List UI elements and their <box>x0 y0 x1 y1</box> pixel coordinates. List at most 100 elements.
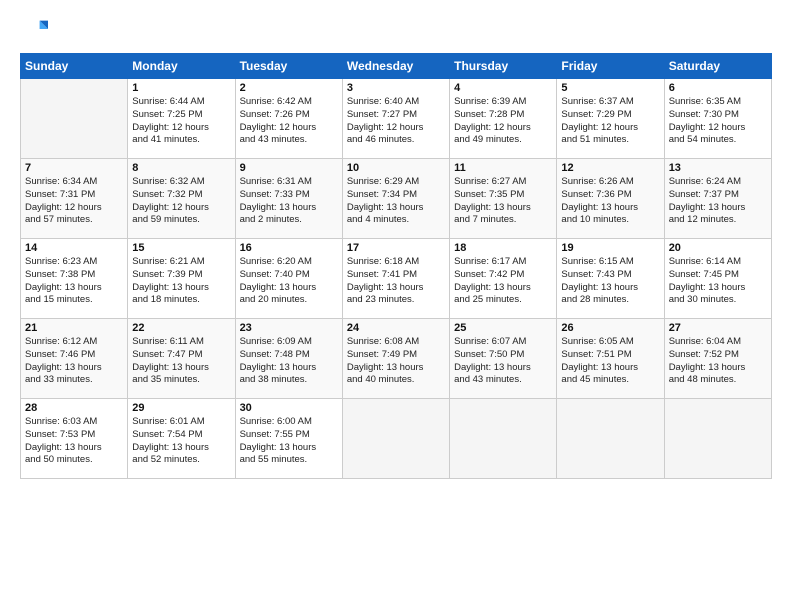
day-cell <box>342 399 449 479</box>
day-cell: 2 Sunrise: 6:42 AM Sunset: 7:26 PM Daylig… <box>235 79 342 159</box>
day-cell: 24 Sunrise: 6:08 AM Sunset: 7:49 PM Dayli… <box>342 319 449 399</box>
day-cell: 18 Sunrise: 6:17 AM Sunset: 7:42 PM Dayli… <box>450 239 557 319</box>
day-info: Sunrise: 6:09 AM Sunset: 7:48 PM Dayligh… <box>240 336 338 387</box>
day-number: 7 <box>25 162 123 174</box>
day-info: Sunrise: 6:26 AM Sunset: 7:36 PM Dayligh… <box>561 176 659 227</box>
weekday-header-monday: Monday <box>128 54 235 79</box>
day-number: 25 <box>454 322 552 334</box>
day-cell: 26Sunrise: 6:05 AM Sunset: 7:51 PM Dayli… <box>557 319 664 399</box>
day-info: Sunrise: 6:29 AM Sunset: 7:34 PM Dayligh… <box>347 176 445 227</box>
day-info: Sunrise: 6:32 AM Sunset: 7:32 PM Dayligh… <box>132 176 230 227</box>
day-info: Sunrise: 6:14 AM Sunset: 7:45 PM Dayligh… <box>669 256 767 307</box>
day-cell: 23 Sunrise: 6:09 AM Sunset: 7:48 PM Dayli… <box>235 319 342 399</box>
header <box>20 15 772 43</box>
day-number: 17 <box>347 242 445 254</box>
day-info: Sunrise: 6:37 AM Sunset: 7:29 PM Dayligh… <box>561 96 659 147</box>
day-cell: 20 Sunrise: 6:14 AM Sunset: 7:45 PM Dayli… <box>664 239 771 319</box>
week-row-2: 7 Sunrise: 6:34 AM Sunset: 7:31 PM Daylig… <box>21 159 772 239</box>
day-info: Sunrise: 6:07 AM Sunset: 7:50 PM Dayligh… <box>454 336 552 387</box>
day-cell: 9Sunrise: 6:31 AM Sunset: 7:33 PM Daylig… <box>235 159 342 239</box>
day-number: 29 <box>132 402 230 414</box>
day-info: Sunrise: 6:40 AM Sunset: 7:27 PM Dayligh… <box>347 96 445 147</box>
day-number: 12 <box>561 162 659 174</box>
week-row-4: 21 Sunrise: 6:12 AM Sunset: 7:46 PM Dayli… <box>21 319 772 399</box>
day-info: Sunrise: 6:11 AM Sunset: 7:47 PM Dayligh… <box>132 336 230 387</box>
day-number: 20 <box>669 242 767 254</box>
day-number: 15 <box>132 242 230 254</box>
day-cell: 11 Sunrise: 6:27 AM Sunset: 7:35 PM Dayli… <box>450 159 557 239</box>
day-number: 23 <box>240 322 338 334</box>
day-number: 27 <box>669 322 767 334</box>
day-cell: 21 Sunrise: 6:12 AM Sunset: 7:46 PM Dayli… <box>21 319 128 399</box>
day-info: Sunrise: 6:42 AM Sunset: 7:26 PM Dayligh… <box>240 96 338 147</box>
day-info: Sunrise: 6:34 AM Sunset: 7:31 PM Dayligh… <box>25 176 123 227</box>
day-info: Sunrise: 6:20 AM Sunset: 7:40 PM Dayligh… <box>240 256 338 307</box>
page: SundayMondayTuesdayWednesdayThursdayFrid… <box>0 0 792 612</box>
day-cell: 27 Sunrise: 6:04 AM Sunset: 7:52 PM Dayli… <box>664 319 771 399</box>
day-number: 13 <box>669 162 767 174</box>
day-info: Sunrise: 6:18 AM Sunset: 7:41 PM Dayligh… <box>347 256 445 307</box>
day-info: Sunrise: 6:39 AM Sunset: 7:28 PM Dayligh… <box>454 96 552 147</box>
day-info: Sunrise: 6:27 AM Sunset: 7:35 PM Dayligh… <box>454 176 552 227</box>
day-info: Sunrise: 6:24 AM Sunset: 7:37 PM Dayligh… <box>669 176 767 227</box>
day-number: 2 <box>240 82 338 94</box>
day-info: Sunrise: 6:21 AM Sunset: 7:39 PM Dayligh… <box>132 256 230 307</box>
day-cell: 1Sunrise: 6:44 AM Sunset: 7:25 PM Daylig… <box>128 79 235 159</box>
day-info: Sunrise: 6:12 AM Sunset: 7:46 PM Dayligh… <box>25 336 123 387</box>
weekday-header-thursday: Thursday <box>450 54 557 79</box>
weekday-header-saturday: Saturday <box>664 54 771 79</box>
day-cell: 30 Sunrise: 6:00 AM Sunset: 7:55 PM Dayli… <box>235 399 342 479</box>
day-info: Sunrise: 6:15 AM Sunset: 7:43 PM Dayligh… <box>561 256 659 307</box>
day-number: 22 <box>132 322 230 334</box>
week-row-5: 28Sunrise: 6:03 AM Sunset: 7:53 PM Dayli… <box>21 399 772 479</box>
day-cell <box>21 79 128 159</box>
day-cell: 7 Sunrise: 6:34 AM Sunset: 7:31 PM Daylig… <box>21 159 128 239</box>
day-info: Sunrise: 6:35 AM Sunset: 7:30 PM Dayligh… <box>669 96 767 147</box>
day-number: 5 <box>561 82 659 94</box>
day-cell: 16 Sunrise: 6:20 AM Sunset: 7:40 PM Dayli… <box>235 239 342 319</box>
day-info: Sunrise: 6:04 AM Sunset: 7:52 PM Dayligh… <box>669 336 767 387</box>
calendar-table: SundayMondayTuesdayWednesdayThursdayFrid… <box>20 53 772 479</box>
day-cell: 22 Sunrise: 6:11 AM Sunset: 7:47 PM Dayli… <box>128 319 235 399</box>
weekday-header-sunday: Sunday <box>21 54 128 79</box>
day-number: 18 <box>454 242 552 254</box>
day-cell: 4Sunrise: 6:39 AM Sunset: 7:28 PM Daylig… <box>450 79 557 159</box>
day-cell: 13 Sunrise: 6:24 AM Sunset: 7:37 PM Dayli… <box>664 159 771 239</box>
day-cell <box>557 399 664 479</box>
day-cell: 3 Sunrise: 6:40 AM Sunset: 7:27 PM Daylig… <box>342 79 449 159</box>
day-info: Sunrise: 6:08 AM Sunset: 7:49 PM Dayligh… <box>347 336 445 387</box>
day-cell: 28Sunrise: 6:03 AM Sunset: 7:53 PM Dayli… <box>21 399 128 479</box>
day-cell: 25 Sunrise: 6:07 AM Sunset: 7:50 PM Dayli… <box>450 319 557 399</box>
day-info: Sunrise: 6:01 AM Sunset: 7:54 PM Dayligh… <box>132 416 230 467</box>
day-info: Sunrise: 6:00 AM Sunset: 7:55 PM Dayligh… <box>240 416 338 467</box>
day-number: 14 <box>25 242 123 254</box>
logo-icon <box>20 15 48 43</box>
day-cell: 14 Sunrise: 6:23 AM Sunset: 7:38 PM Dayli… <box>21 239 128 319</box>
day-info: Sunrise: 6:17 AM Sunset: 7:42 PM Dayligh… <box>454 256 552 307</box>
day-cell: 5 Sunrise: 6:37 AM Sunset: 7:29 PM Daylig… <box>557 79 664 159</box>
day-number: 26 <box>561 322 659 334</box>
day-number: 19 <box>561 242 659 254</box>
day-cell: 29 Sunrise: 6:01 AM Sunset: 7:54 PM Dayli… <box>128 399 235 479</box>
day-number: 21 <box>25 322 123 334</box>
day-number: 11 <box>454 162 552 174</box>
day-cell: 10Sunrise: 6:29 AM Sunset: 7:34 PM Dayli… <box>342 159 449 239</box>
day-cell <box>664 399 771 479</box>
day-cell <box>450 399 557 479</box>
day-cell: 6 Sunrise: 6:35 AM Sunset: 7:30 PM Daylig… <box>664 79 771 159</box>
weekday-header-wednesday: Wednesday <box>342 54 449 79</box>
day-info: Sunrise: 6:23 AM Sunset: 7:38 PM Dayligh… <box>25 256 123 307</box>
day-number: 30 <box>240 402 338 414</box>
day-cell: 17 Sunrise: 6:18 AM Sunset: 7:41 PM Dayli… <box>342 239 449 319</box>
day-number: 3 <box>347 82 445 94</box>
day-number: 1 <box>132 82 230 94</box>
day-cell: 15 Sunrise: 6:21 AM Sunset: 7:39 PM Dayli… <box>128 239 235 319</box>
day-number: 16 <box>240 242 338 254</box>
day-number: 6 <box>669 82 767 94</box>
day-cell: 19 Sunrise: 6:15 AM Sunset: 7:43 PM Dayli… <box>557 239 664 319</box>
weekday-header-friday: Friday <box>557 54 664 79</box>
week-row-3: 14 Sunrise: 6:23 AM Sunset: 7:38 PM Dayli… <box>21 239 772 319</box>
day-info: Sunrise: 6:31 AM Sunset: 7:33 PM Dayligh… <box>240 176 338 227</box>
weekday-header-tuesday: Tuesday <box>235 54 342 79</box>
day-number: 24 <box>347 322 445 334</box>
